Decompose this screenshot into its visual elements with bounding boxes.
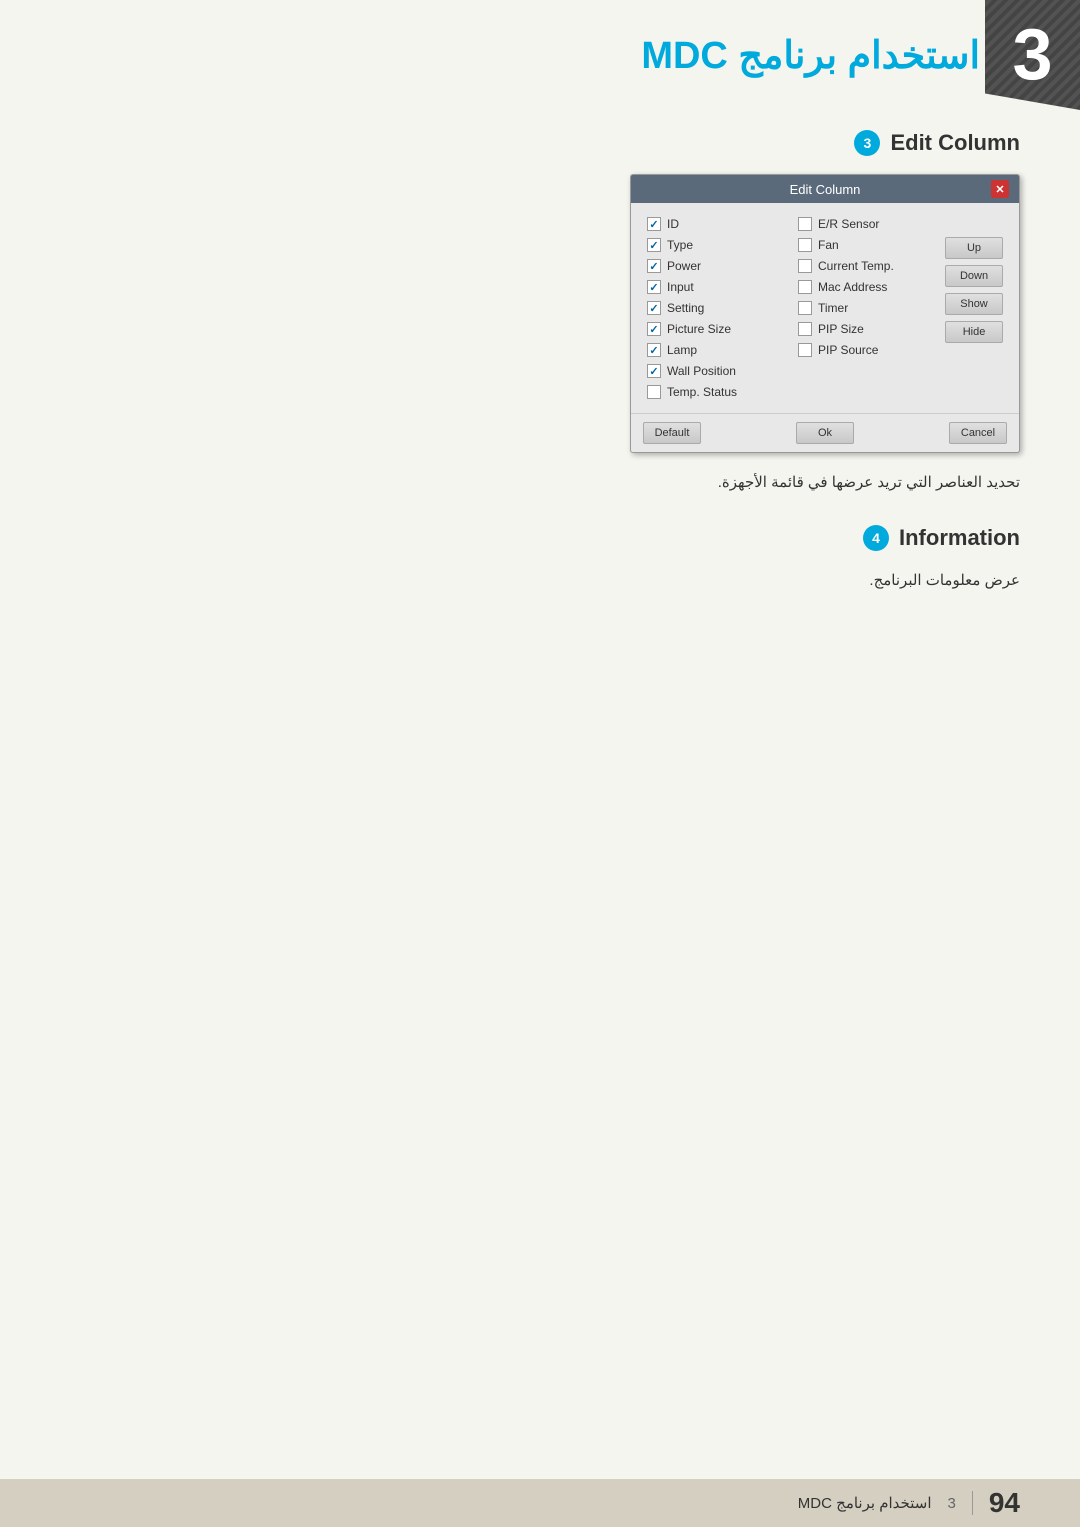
checkbox-current-temp[interactable]: Current Temp. xyxy=(798,259,935,273)
checkbox-temp-status-box[interactable] xyxy=(647,385,661,399)
checkbox-input[interactable]: Input xyxy=(647,280,784,294)
checkbox-type[interactable]: Type xyxy=(647,238,784,252)
checkbox-picture-size-box[interactable] xyxy=(647,322,661,336)
checkbox-id-box[interactable] xyxy=(647,217,661,231)
checkbox-power-label: Power xyxy=(667,259,701,273)
checkbox-fan-box[interactable] xyxy=(798,238,812,252)
checkbox-pip-source-box[interactable] xyxy=(798,343,812,357)
checkbox-mac-address-label: Mac Address xyxy=(818,280,887,294)
checkbox-setting-label: Setting xyxy=(667,301,704,315)
default-button[interactable]: Default xyxy=(643,422,701,444)
main-content: 3 Edit Column Edit Column ✕ ID xyxy=(0,110,1080,683)
checkbox-power-box[interactable] xyxy=(647,259,661,273)
dialog-titlebar: Edit Column ✕ xyxy=(631,175,1019,203)
up-button[interactable]: Up xyxy=(945,237,1003,259)
checkbox-pip-size-box[interactable] xyxy=(798,322,812,336)
checkbox-er-sensor-box[interactable] xyxy=(798,217,812,231)
edit-column-description: تحديد العناصر التي تريد عرضها في قائمة ا… xyxy=(60,471,1020,495)
checkbox-wall-position-label: Wall Position xyxy=(667,364,736,378)
dialog-container: Edit Column ✕ ID Type xyxy=(60,174,1020,453)
checkbox-type-box[interactable] xyxy=(647,238,661,252)
chapter-badge: 3 xyxy=(985,0,1080,110)
checkbox-mac-address-box[interactable] xyxy=(798,280,812,294)
checkbox-timer-box[interactable] xyxy=(798,301,812,315)
checkbox-wall-position-box[interactable] xyxy=(647,364,661,378)
checkbox-temp-status-label: Temp. Status xyxy=(667,385,737,399)
checkbox-er-sensor[interactable]: E/R Sensor xyxy=(798,217,935,231)
checkbox-picture-size-label: Picture Size xyxy=(667,322,731,336)
hide-button[interactable]: Hide xyxy=(945,321,1003,343)
edit-column-badge: 3 xyxy=(854,130,880,156)
show-button[interactable]: Show xyxy=(945,293,1003,315)
checkbox-picture-size[interactable]: Picture Size xyxy=(647,322,784,336)
checkbox-pip-source[interactable]: PIP Source xyxy=(798,343,935,357)
side-buttons: Up Down Show Hide xyxy=(945,217,1003,399)
checkbox-timer[interactable]: Timer xyxy=(798,301,935,315)
footer-divider xyxy=(972,1491,973,1515)
edit-column-title: Edit Column xyxy=(890,130,1020,156)
checkbox-id[interactable]: ID xyxy=(647,217,784,231)
dialog-close-button[interactable]: ✕ xyxy=(991,180,1009,198)
checkbox-current-temp-box[interactable] xyxy=(798,259,812,273)
checkbox-pip-source-label: PIP Source xyxy=(818,343,878,357)
checkbox-mac-address[interactable]: Mac Address xyxy=(798,280,935,294)
checkbox-lamp[interactable]: Lamp xyxy=(647,343,784,357)
checkbox-pip-size-label: PIP Size xyxy=(818,322,864,336)
ok-button[interactable]: Ok xyxy=(796,422,854,444)
footer-chapter-text: استخدام برنامج MDC xyxy=(798,1494,932,1512)
page-header: استخدام برنامج MDC 3 xyxy=(0,0,1080,110)
edit-column-heading: 3 Edit Column xyxy=(60,130,1020,156)
checkbox-wall-position[interactable]: Wall Position xyxy=(647,364,784,378)
information-badge: 4 xyxy=(863,525,889,551)
checkbox-timer-label: Timer xyxy=(818,301,848,315)
checkbox-id-label: ID xyxy=(667,217,679,231)
checkbox-setting[interactable]: Setting xyxy=(647,301,784,315)
left-column: ID Type Power Input xyxy=(647,217,784,399)
checkbox-er-sensor-label: E/R Sensor xyxy=(818,217,879,231)
information-title: Information xyxy=(899,525,1020,551)
checkbox-type-label: Type xyxy=(667,238,693,252)
dialog-title: Edit Column xyxy=(659,182,991,197)
information-heading: 4 Information xyxy=(60,525,1020,551)
checkbox-lamp-box[interactable] xyxy=(647,343,661,357)
dialog-columns: ID Type Power Input xyxy=(647,217,935,399)
checkbox-pip-size[interactable]: PIP Size xyxy=(798,322,935,336)
information-section: 4 Information عرض معلومات البرنامج. xyxy=(60,525,1020,593)
right-column: E/R Sensor Fan Current Temp. Mac Ad xyxy=(798,217,935,399)
cancel-button[interactable]: Cancel xyxy=(949,422,1007,444)
footer-page-number: 94 xyxy=(989,1487,1020,1519)
checkbox-power[interactable]: Power xyxy=(647,259,784,273)
dialog-footer: Default Ok Cancel xyxy=(631,413,1019,452)
checkbox-fan-label: Fan xyxy=(818,238,839,252)
checkbox-input-label: Input xyxy=(667,280,694,294)
header-title: استخدام برنامج MDC xyxy=(641,33,980,78)
checkbox-setting-box[interactable] xyxy=(647,301,661,315)
dialog-body: ID Type Power Input xyxy=(631,203,1019,409)
checkbox-fan[interactable]: Fan xyxy=(798,238,935,252)
checkbox-temp-status[interactable]: Temp. Status xyxy=(647,385,784,399)
information-description: عرض معلومات البرنامج. xyxy=(60,569,1020,593)
chapter-number: 3 xyxy=(1012,19,1052,91)
edit-column-dialog: Edit Column ✕ ID Type xyxy=(630,174,1020,453)
checkbox-lamp-label: Lamp xyxy=(667,343,697,357)
checkbox-input-box[interactable] xyxy=(647,280,661,294)
footer-chapter-num: 3 xyxy=(948,1495,956,1512)
page-footer: استخدام برنامج MDC 3 94 xyxy=(0,1479,1080,1527)
checkbox-current-temp-label: Current Temp. xyxy=(818,259,894,273)
down-button[interactable]: Down xyxy=(945,265,1003,287)
